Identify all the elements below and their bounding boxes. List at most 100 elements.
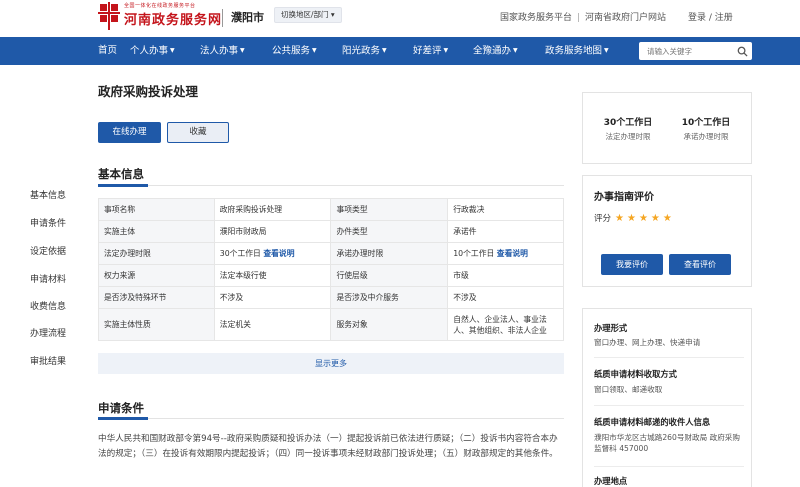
table-label: 服务对象	[330, 308, 449, 341]
switch-region-button[interactable]: 切换地区/部门 ▾	[274, 7, 342, 23]
side-item-fees[interactable]: 收费信息	[30, 299, 66, 312]
nav-evaluation[interactable]: 好差评 ▼	[413, 37, 448, 65]
promise-time-number: 10个工作日	[681, 118, 731, 128]
table-label: 是否涉及特殊环节	[98, 286, 215, 309]
nav-label: 全豫通办	[473, 45, 512, 57]
table-value: 承诺件	[447, 220, 564, 243]
legal-time-value: 30个工作日	[219, 249, 261, 258]
side-item-basic-info[interactable]: 基本信息	[30, 188, 66, 201]
view-note-link[interactable]: 查看说明	[263, 249, 294, 258]
handling-info-panel: 办理形式 窗口办理、网上办理、快递申请 纸质申请材料收取方式 窗口领取、邮递收取…	[582, 308, 752, 487]
nav-service-map[interactable]: 政务服务地图 ▼	[545, 37, 609, 65]
promise-time-stat: 10个工作日 承诺办理时限	[666, 115, 746, 142]
side-item-process[interactable]: 办理流程	[30, 326, 66, 339]
table-label: 事项名称	[98, 198, 215, 221]
search-icon[interactable]	[737, 46, 748, 57]
recipient-info-title: 纸质申请材料邮递的收件人信息	[594, 417, 711, 427]
table-value: 不涉及	[447, 286, 564, 309]
switch-region-label: 切换地区/部门	[281, 10, 329, 19]
table-value: 自然人、企业法人、事业法人、其他组织、非法人企业	[447, 308, 564, 341]
conditions-heading: 申请条件	[98, 401, 144, 415]
handling-form-text: 窗口办理、网上办理、快递申请	[594, 338, 701, 347]
nav-label: 政务服务地图	[545, 45, 603, 57]
view-ratings-button[interactable]: 查看评价	[669, 254, 731, 275]
table-value: 濮阳市财政局	[213, 220, 332, 243]
table-label: 是否涉及中介服务	[330, 286, 449, 309]
table-row: 是否涉及特殊环节 不涉及 是否涉及中介服务 不涉及	[98, 286, 564, 309]
login-register-link[interactable]: 登录 / 注册	[688, 10, 733, 23]
caret-down-icon: ▾	[330, 10, 335, 19]
table-row: 法定办理时限 30个工作日 查看说明 承诺办理时限 10个工作日 查看说明	[98, 242, 564, 265]
table-value: 30个工作日 查看说明	[213, 242, 332, 265]
table-row: 事项名称 政府采购投诉处理 事项类型 行政裁决	[98, 198, 564, 221]
city-name: 濮阳市	[231, 11, 264, 24]
table-value: 10个工作日 查看说明	[447, 242, 564, 265]
table-row: 实施主体性质 法定机关 服务对象 自然人、企业法人、事业法人、其他组织、非法人企…	[98, 308, 564, 341]
caret-down-icon: ▼	[170, 47, 175, 54]
section-underline	[98, 184, 564, 187]
side-item-conditions[interactable]: 申请条件	[30, 216, 66, 229]
panel-divider	[594, 466, 744, 467]
basic-info-heading: 基本信息	[98, 167, 144, 181]
panel-divider	[594, 357, 744, 358]
paper-collect-text: 窗口领取、邮递收取	[594, 385, 663, 394]
nav-public-service[interactable]: 公共服务 ▼	[272, 37, 317, 65]
caret-down-icon: ▼	[513, 47, 518, 54]
view-note-link[interactable]: 查看说明	[497, 249, 528, 258]
nav-label: 首页	[98, 45, 118, 56]
table-value: 法定本级行使	[213, 264, 332, 287]
legal-time-number: 30个工作日	[603, 118, 653, 128]
panel-divider	[594, 405, 744, 406]
table-value: 市级	[447, 264, 564, 287]
side-item-legal-basis[interactable]: 设定依据	[30, 244, 66, 257]
table-label: 承诺办理时限	[330, 242, 449, 265]
table-row: 权力来源 法定本级行使 行使层级 市级	[98, 264, 564, 287]
star-rating-icon: ★★★★★	[615, 213, 675, 224]
show-more-button[interactable]: 显示更多	[98, 353, 564, 374]
table-label: 行使层级	[330, 264, 449, 287]
conditions-text: 中华人民共和国财政部令第94号--政府采购质疑和投诉办法（一）提起投诉前已依法进…	[98, 434, 558, 459]
link-national-platform[interactable]: 国家政务服务平台	[500, 13, 572, 23]
location-title: 办理地点	[594, 476, 628, 486]
table-value: 政府采购投诉处理	[213, 198, 332, 221]
nav-label: 法人办事	[200, 45, 239, 57]
table-value: 行政裁决	[447, 198, 564, 221]
legal-time-stat: 30个工作日 法定办理时限	[588, 115, 668, 142]
section-underline-accent	[98, 417, 148, 420]
nav-label: 公共服务	[272, 45, 311, 57]
caret-down-icon: ▼	[443, 47, 449, 54]
promise-time-value: 10个工作日	[453, 249, 495, 258]
link-province-portal[interactable]: 河南省政府门户网站	[585, 13, 666, 23]
site-logo-text[interactable]: 河南政务服务网	[124, 9, 222, 28]
nav-label: 个人办事	[130, 45, 169, 57]
nav-open-government[interactable]: 阳光政务 ▼	[342, 37, 387, 65]
section-underline-accent	[98, 184, 148, 187]
henan-logo-icon[interactable]	[98, 2, 120, 30]
table-row: 实施主体 濮阳市财政局 办件类型 承诺件	[98, 220, 564, 243]
nav-corporate[interactable]: 法人办事 ▼	[200, 37, 245, 65]
side-item-results[interactable]: 审批结果	[30, 354, 66, 367]
nav-home[interactable]: 首页	[98, 37, 117, 65]
table-label: 权力来源	[98, 264, 215, 287]
caret-down-icon: ▼	[312, 47, 317, 54]
caret-down-icon: ▼	[240, 47, 245, 54]
handling-form-title: 办理形式	[594, 323, 628, 333]
basic-info-table: 事项名称 政府采购投诉处理 事项类型 行政裁决 实施主体 濮阳市财政局 办件类型…	[98, 198, 564, 341]
rate-button[interactable]: 我要评价	[601, 254, 663, 275]
time-limit-panel: 30个工作日 法定办理时限 10个工作日 承诺办理时限	[582, 92, 752, 164]
top-links: 国家政务服务平台 河南省政府门户网站	[500, 10, 666, 23]
nav-personal[interactable]: 个人办事 ▼	[130, 37, 175, 65]
paper-collect-title: 纸质申请材料收取方式	[594, 369, 677, 379]
search-input[interactable]	[639, 42, 752, 60]
nav-henan-universal[interactable]: 全豫通办 ▼	[473, 37, 518, 65]
table-label: 办件类型	[330, 220, 449, 243]
side-item-materials[interactable]: 申请材料	[30, 272, 66, 285]
online-apply-button[interactable]: 在线办理	[98, 122, 161, 143]
nav-label: 阳光政务	[342, 45, 381, 57]
caret-down-icon: ▼	[604, 47, 609, 54]
link-divider	[578, 13, 580, 22]
score-row: 评分 ★★★★★	[594, 212, 675, 224]
evaluation-title: 办事指南评价	[594, 192, 654, 203]
legal-time-caption: 法定办理时限	[605, 132, 651, 141]
favorite-button[interactable]: 收藏	[167, 122, 229, 143]
